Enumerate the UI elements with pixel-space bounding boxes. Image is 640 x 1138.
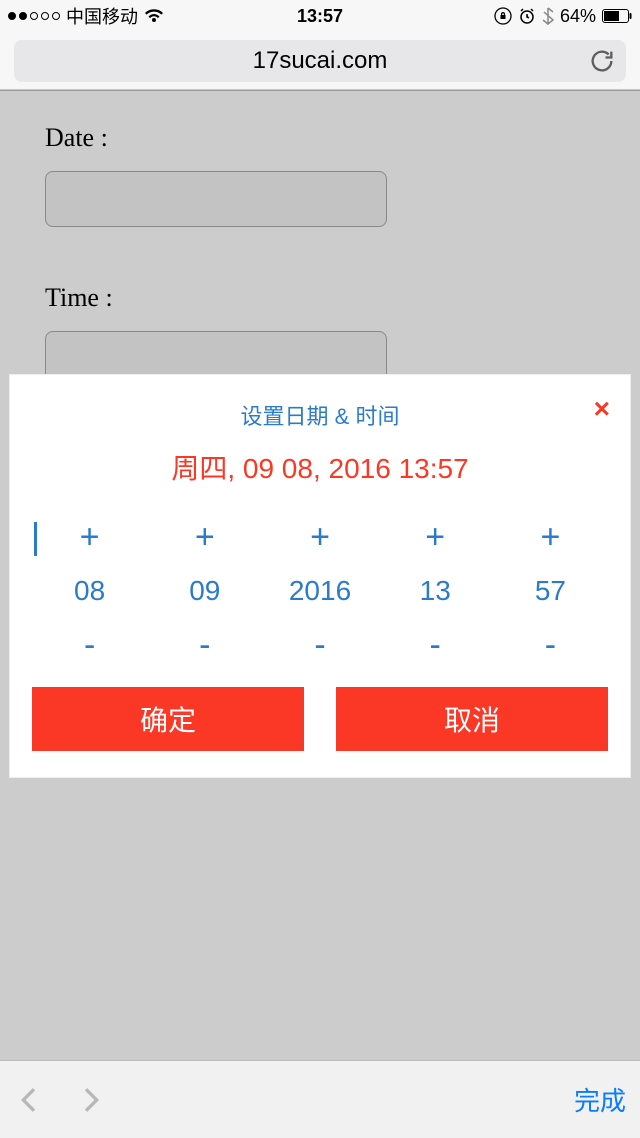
datetime-modal: 设置日期 & 时间 × 周四, 09 08, 2016 13:57 + + + … [10, 375, 630, 777]
status-right: 64% [494, 6, 632, 27]
picker-value-year[interactable]: 2016 [262, 561, 377, 621]
keyboard-accessory-bar: 完成 [0, 1060, 640, 1138]
picker-value-month[interactable]: 09 [147, 561, 262, 621]
time-label: Time : [45, 283, 595, 313]
picker-plus-row: + + + + + [32, 513, 608, 561]
url-field[interactable]: 17sucai.com [14, 40, 626, 82]
date-label: Date : [45, 123, 595, 153]
text-cursor-icon [34, 522, 37, 556]
bluetooth-icon [542, 7, 554, 25]
picker-value-row: 08 09 2016 13 57 [32, 561, 608, 621]
reload-icon[interactable] [588, 47, 616, 75]
plus-button[interactable]: + [262, 513, 377, 561]
modal-actions: 确定 取消 [32, 687, 608, 751]
plus-button[interactable]: + [32, 513, 147, 561]
minus-button[interactable]: - [147, 621, 262, 669]
minus-button[interactable]: - [262, 621, 377, 669]
url-text: 17sucai.com [253, 47, 388, 75]
picker-value-minute[interactable]: 57 [493, 561, 608, 621]
plus-button[interactable]: + [147, 513, 262, 561]
nav-arrows [14, 1084, 106, 1116]
plus-button[interactable]: + [493, 513, 608, 561]
cancel-button[interactable]: 取消 [336, 687, 608, 751]
close-icon[interactable]: × [594, 393, 610, 425]
modal-title-row: 设置日期 & 时间 × [32, 399, 608, 431]
picker-value-day[interactable]: 08 [32, 561, 147, 621]
safari-url-bar: 17sucai.com [0, 32, 640, 90]
date-input[interactable] [45, 171, 387, 227]
minus-button[interactable]: - [493, 621, 608, 669]
signal-strength-icon [8, 12, 60, 20]
picker-minus-row: - - - - - [32, 621, 608, 669]
confirm-button[interactable]: 确定 [32, 687, 304, 751]
orientation-lock-icon [494, 7, 512, 25]
wifi-icon [144, 8, 164, 24]
battery-icon [602, 9, 632, 23]
modal-date-display: 周四, 09 08, 2016 13:57 [32, 447, 608, 487]
ios-status-bar: 中国移动 13:57 64% [0, 0, 640, 32]
prev-field-icon[interactable] [14, 1084, 46, 1116]
plus-button[interactable]: + [378, 513, 493, 561]
picker-value-hour[interactable]: 13 [378, 561, 493, 621]
carrier-label: 中国移动 [66, 3, 138, 29]
minus-button[interactable]: - [32, 621, 147, 669]
status-left: 中国移动 [8, 3, 164, 29]
done-button[interactable]: 完成 [574, 1081, 626, 1118]
next-field-icon[interactable] [74, 1084, 106, 1116]
minus-button[interactable]: - [378, 621, 493, 669]
battery-percent: 64% [560, 6, 596, 27]
alarm-icon [518, 7, 536, 25]
modal-title: 设置日期 & 时间 [241, 404, 400, 429]
